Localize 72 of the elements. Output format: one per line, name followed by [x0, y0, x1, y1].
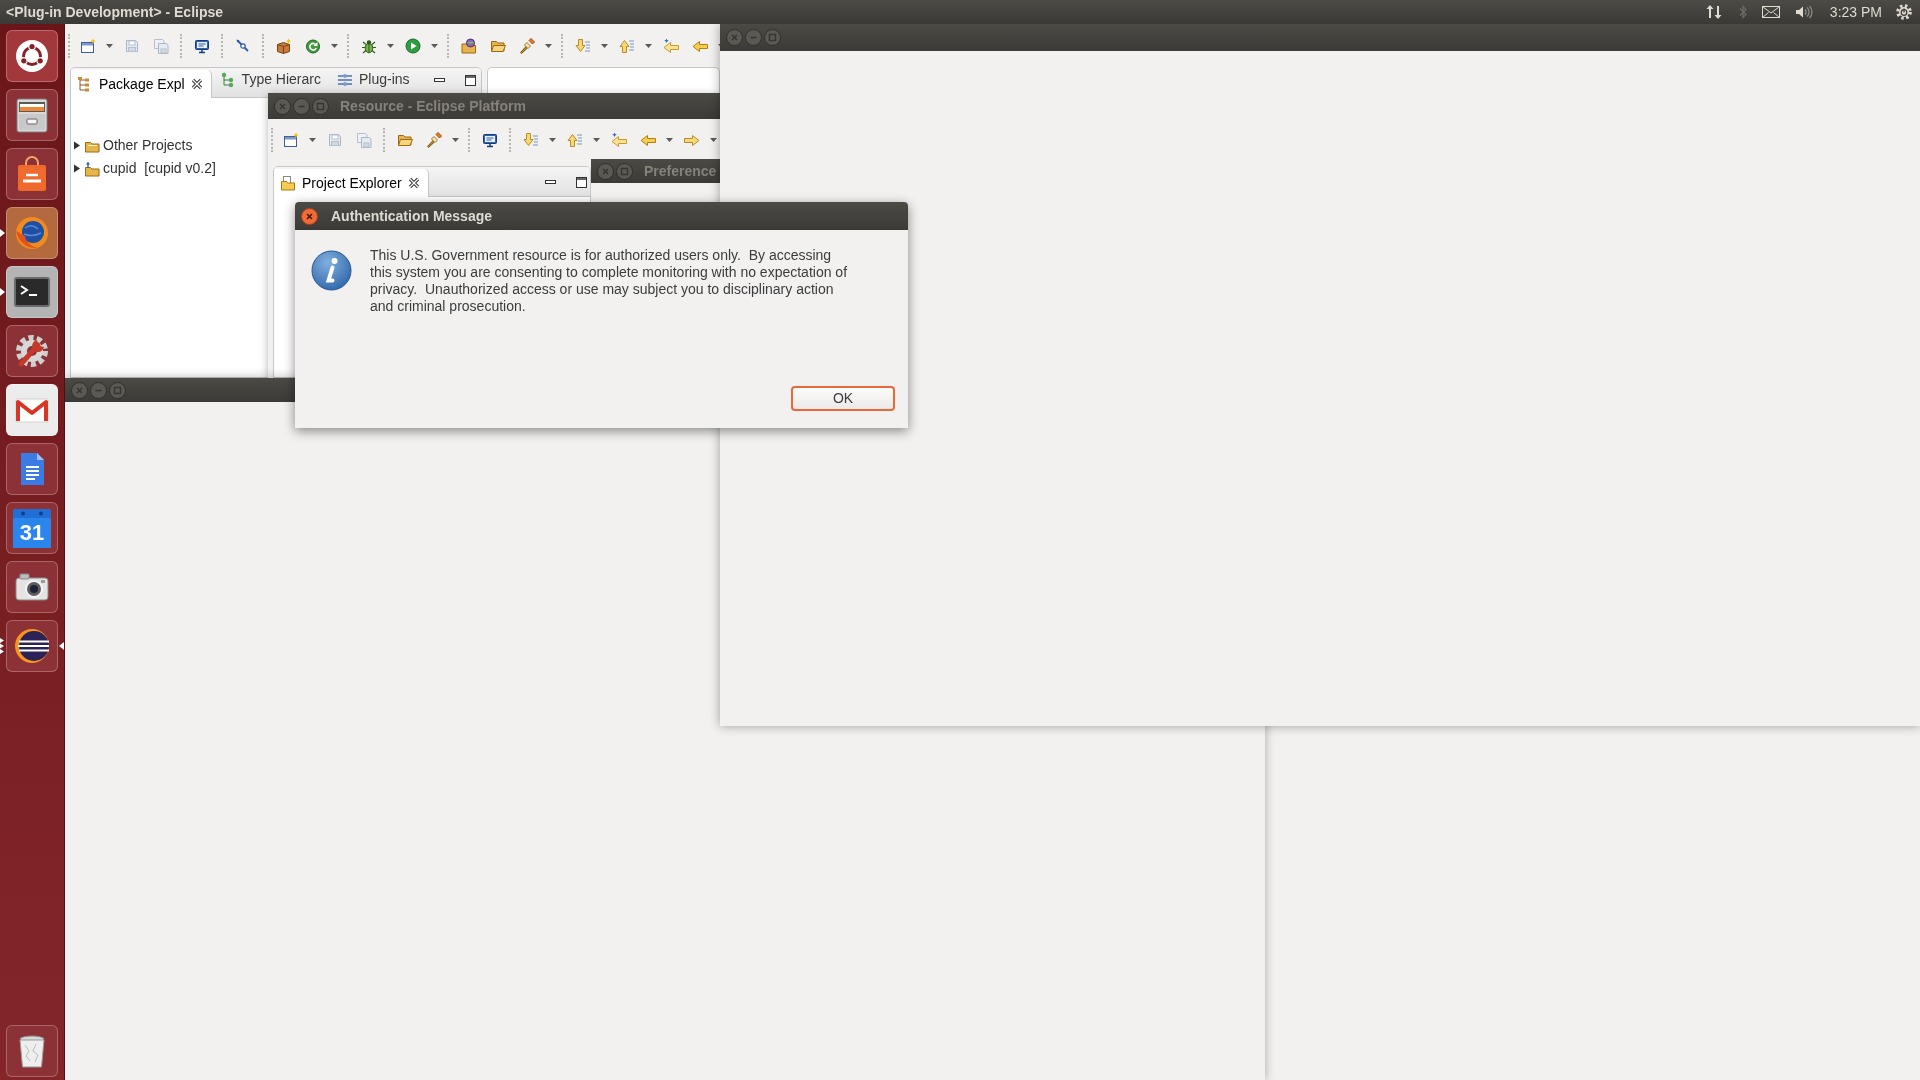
- close-icon[interactable]: [301, 207, 318, 225]
- launcher-button[interactable]: [6, 89, 58, 141]
- new-window-icon[interactable]: [79, 37, 96, 54]
- star-left-arrow-icon[interactable]: [610, 131, 627, 148]
- caret-down-icon[interactable]: [106, 43, 113, 48]
- caret-down-icon[interactable]: [601, 43, 608, 48]
- down-arrow-icon[interactable]: [522, 131, 539, 148]
- tree-nodes-icon: [219, 71, 236, 88]
- clock[interactable]: 3:23 PM: [1829, 1, 1882, 23]
- dialog-button[interactable]: OK: [791, 386, 895, 411]
- launcher-button[interactable]: [6, 148, 58, 200]
- brush-icon[interactable]: [518, 37, 535, 54]
- caret-down-icon[interactable]: [666, 137, 673, 142]
- folder-document-icon: [280, 175, 296, 191]
- launcher-button[interactable]: [6, 443, 58, 495]
- window-title: Resource - Eclipse Platform: [340, 96, 526, 116]
- close-icon[interactable]: [190, 78, 203, 90]
- window-title: Authentication Message: [331, 206, 493, 226]
- down-arrow-icon[interactable]: [574, 37, 591, 54]
- view-tab[interactable]: Package Expl: [71, 70, 212, 98]
- tree-item[interactable]: cupid [cupid v0.2]: [103, 158, 216, 179]
- play-icon[interactable]: [404, 37, 421, 54]
- caret-down-icon[interactable]: [545, 43, 552, 48]
- launcher-button[interactable]: [6, 266, 58, 318]
- view-tab[interactable]: Project Explorer: [274, 169, 429, 197]
- maximize-icon[interactable]: [464, 73, 476, 86]
- caret-down-icon[interactable]: [309, 137, 316, 142]
- caret-down-icon[interactable]: [593, 137, 600, 142]
- up-arrow-icon[interactable]: [618, 37, 635, 54]
- monitor-icon[interactable]: [481, 131, 498, 148]
- volume-icon[interactable]: [1794, 5, 1813, 19]
- calendar-top-icon: [13, 508, 51, 518]
- view-tab[interactable]: Plug-ins: [328, 68, 418, 91]
- envelope-icon[interactable]: [1761, 6, 1780, 18]
- tree-item[interactable]: Other Projects: [103, 135, 193, 156]
- striped-sphere-icon: [12, 626, 52, 666]
- launcher-button[interactable]: [6, 561, 58, 613]
- caret-down-icon[interactable]: [549, 137, 556, 142]
- star-left-arrow-icon[interactable]: [662, 37, 679, 54]
- new-window-icon[interactable]: [282, 131, 299, 148]
- caret-down-icon[interactable]: [431, 43, 438, 48]
- sliders-icon: [336, 71, 353, 88]
- window-title: Preference: [644, 161, 717, 181]
- refresh-icon[interactable]: [304, 37, 321, 54]
- gear-power-icon[interactable]: [1896, 4, 1912, 20]
- monitor-icon[interactable]: [193, 37, 210, 54]
- launcher-button[interactable]: [6, 1025, 58, 1077]
- launcher-button[interactable]: 31: [6, 502, 58, 554]
- info-icon: [311, 250, 352, 291]
- caret-down-icon[interactable]: [452, 137, 459, 142]
- box-icon[interactable]: [275, 37, 292, 54]
- message-text: This U.S. Government resource is for authorized users only. By accessing this system you are consenting to complete monitoring with no expectation of privacy. Unauthorized access or use may subject you to disciplinary action and criminal prosecution.: [370, 247, 849, 315]
- folder-globe-icon[interactable]: [460, 37, 477, 54]
- slash-circle-icon[interactable]: [234, 37, 251, 54]
- view-tab[interactable]: Type Hierarc: [211, 68, 329, 91]
- maximize-icon[interactable]: [575, 175, 587, 188]
- calendar-day: 31: [13, 518, 51, 548]
- folder-arrow-icon: [84, 160, 100, 177]
- up-down-arrows-icon[interactable]: [1705, 4, 1722, 20]
- up-arrow-icon[interactable]: [566, 131, 583, 148]
- bug-icon[interactable]: [360, 37, 377, 54]
- caret-down-icon[interactable]: [387, 43, 394, 48]
- window-title: <Plug-in Development> - Eclipse: [6, 2, 224, 22]
- caret-down-icon[interactable]: [710, 137, 717, 142]
- launcher-button[interactable]: [6, 620, 58, 672]
- expand-arrow-icon[interactable]: [73, 164, 81, 173]
- caret-down-icon[interactable]: [331, 43, 338, 48]
- caret-down-icon[interactable]: [645, 43, 652, 48]
- brush-icon[interactable]: [425, 131, 442, 148]
- expand-arrow-icon[interactable]: [73, 141, 81, 150]
- close-icon[interactable]: [407, 177, 420, 189]
- launcher-button[interactable]: [6, 30, 58, 82]
